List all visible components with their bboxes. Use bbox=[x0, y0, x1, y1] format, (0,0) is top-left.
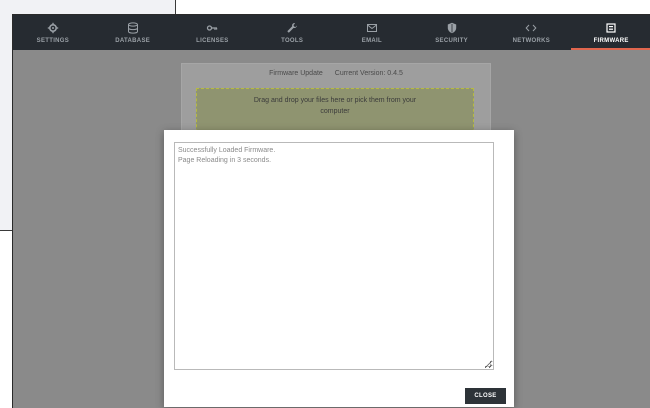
log-line: Successfully Loaded Firmware. bbox=[178, 147, 276, 154]
resize-handle[interactable] bbox=[485, 361, 491, 367]
log-line: Page Reloading in 3 seconds. bbox=[178, 157, 272, 164]
log-textarea[interactable]: Successfully Loaded Firmware. Page Reloa… bbox=[174, 142, 494, 370]
firmware-result-modal: Successfully Loaded Firmware. Page Reloa… bbox=[164, 130, 514, 407]
close-button[interactable]: CLOSE bbox=[465, 388, 506, 404]
